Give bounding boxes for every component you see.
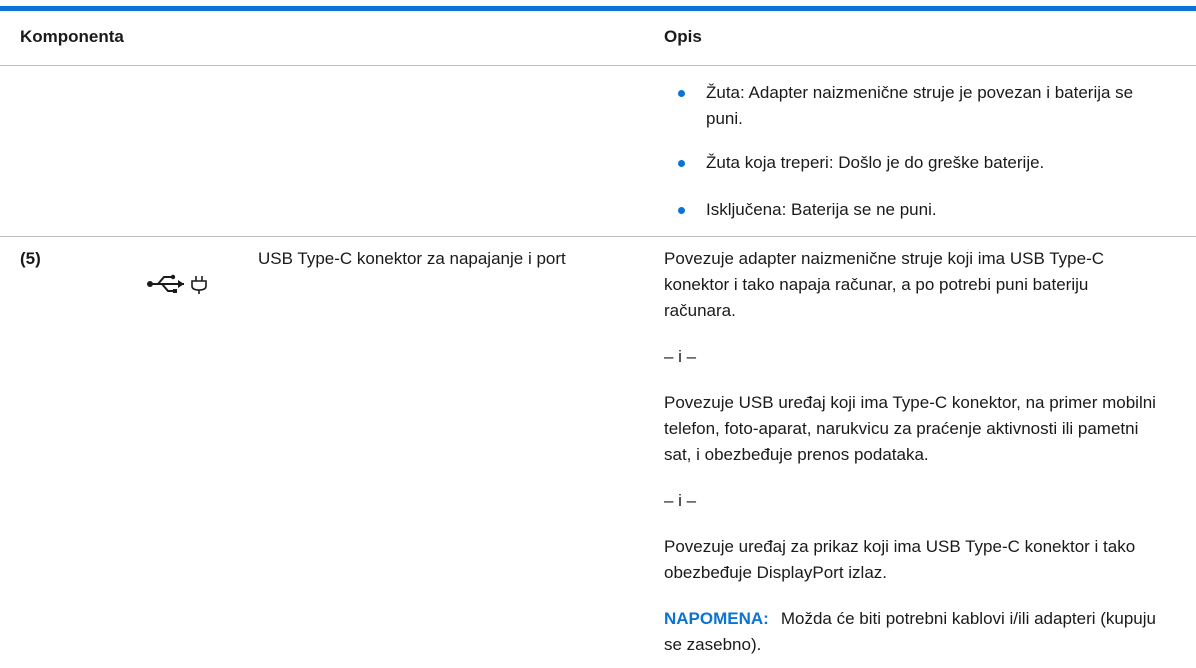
list-item: Žuta: Adapter naizmenične struje je pove… — [706, 83, 1134, 128]
and-separator: – i – — [664, 491, 697, 510]
description-paragraph: Povezuje uređaj za prikaz koji ima USB T… — [664, 537, 1136, 582]
top-accent-rule — [0, 6, 1196, 11]
list-item: Isključena: Baterija se ne puni. — [706, 200, 937, 219]
header-opis: Opis — [664, 27, 702, 46]
header-komponenta: Komponenta — [20, 27, 124, 46]
description-paragraph: Povezuje adapter naizmenične struje koji… — [664, 249, 1105, 320]
note: NAPOMENA: Možda će biti potrebni kablovi … — [664, 606, 1164, 658]
header-divider — [0, 65, 1196, 66]
and-separator: – i – — [664, 347, 697, 366]
list-item: Žuta koja treperi: Došlo je do greške ba… — [706, 153, 1045, 172]
row-divider — [0, 236, 1196, 237]
note-label: NAPOMENA: — [664, 609, 769, 628]
component-name: USB Type-C konektor za napajanje i port — [258, 249, 566, 268]
usb-power-icon — [147, 274, 207, 294]
bullet-marker — [676, 150, 688, 167]
bullet-marker — [676, 197, 688, 214]
component-number: (5) — [20, 249, 41, 268]
description-paragraph: Povezuje USB uređaj koji ima Type-C kone… — [664, 393, 1156, 464]
bullet-marker — [676, 80, 688, 97]
